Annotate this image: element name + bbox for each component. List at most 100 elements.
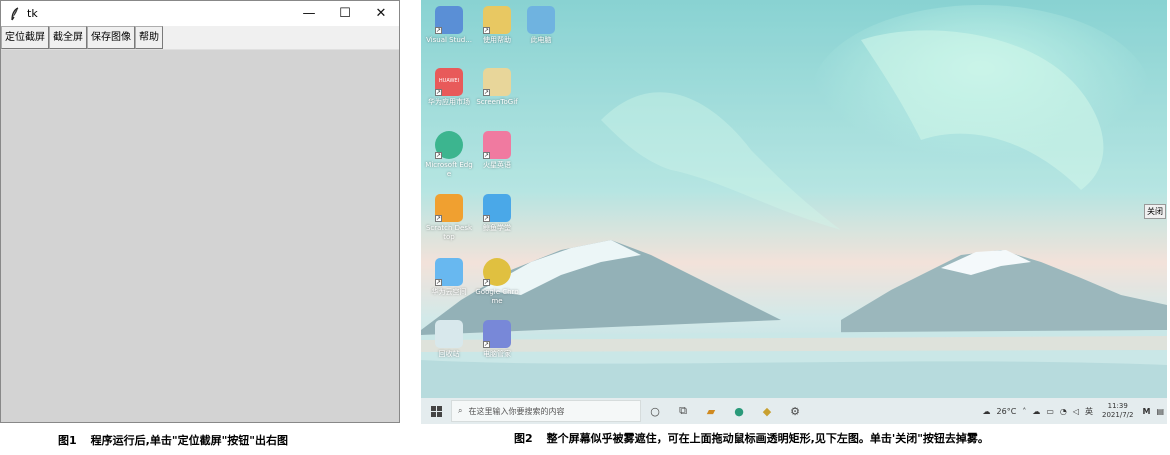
store-icon[interactable]: ▰	[697, 398, 725, 424]
desktop-icon-pc-manager[interactable]: ↗ 电脑管家	[473, 320, 521, 359]
edge-taskbar-icon[interactable]: ●	[725, 398, 753, 424]
clock-date: 2021/7/2	[1102, 411, 1134, 419]
edge-icon: ↗	[435, 131, 463, 159]
chrome-icon: ↗	[483, 258, 511, 286]
close-button[interactable]: ✕	[363, 1, 399, 26]
pc-manager-tray-icon[interactable]: M	[1142, 407, 1150, 416]
weather-temperature[interactable]: 26°C	[997, 407, 1017, 416]
desktop-icon-label: 火星英语	[483, 161, 511, 169]
figure1-caption-text: 程序运行后,单击"定位截屏"按钮"出右图	[90, 434, 289, 447]
save-image-button[interactable]: 保存图像	[87, 26, 135, 49]
desktop-icon-label: 电脑管家	[483, 350, 511, 358]
shortcut-arrow-icon: ↗	[483, 279, 490, 286]
desktop-icon-visual-studio[interactable]: ↗ Visual Stud...	[425, 6, 473, 45]
desktop-icon-label: 鲸鱼学堂	[483, 224, 511, 232]
desktop-icon-label: 华为应用市场	[428, 98, 470, 106]
huawei-appgallery-icon: HUAWEI ↗	[435, 68, 463, 96]
shortcut-arrow-icon: ↗	[435, 215, 442, 222]
desktop-icon-label: Scratch Desktop	[425, 224, 473, 241]
window-title: tk	[27, 7, 38, 20]
desktop-icon-label: Google Chrome	[475, 288, 519, 305]
desktop-icon-this-pc[interactable]: 此电脑	[517, 6, 565, 45]
pc-manager-icon: ↗	[483, 320, 511, 348]
desktop-icon-label: ScreenToGif	[476, 98, 518, 106]
tk-feather-icon	[5, 1, 25, 26]
shortcut-arrow-icon: ↗	[435, 27, 442, 34]
fog-overlay[interactable]	[421, 0, 1167, 398]
toolbar: 定位截屏 截全屏 保存图像 帮助	[1, 26, 399, 50]
taskbar: ⌕ 在这里输入你要搜索的内容 ○ ⧉ ▰ ● ◆ ⚙ ☁ 26°C ˄ ☁ ▭ …	[421, 398, 1167, 424]
battery-icon[interactable]: ▭	[1046, 407, 1054, 416]
minimize-button[interactable]: —	[291, 1, 327, 26]
shortcut-arrow-icon: ↗	[483, 27, 490, 34]
figure2-caption-number: 图2	[514, 432, 533, 445]
desktop-icon-label: 回收站	[438, 350, 460, 358]
help-button[interactable]: 帮助	[135, 26, 163, 49]
desktop-icon-huawei-cloud[interactable]: ↗ 华为云空间	[425, 258, 473, 297]
taskbar-clock[interactable]: 11:39 2021/7/2	[1102, 402, 1133, 420]
cortana-icon[interactable]: ○	[641, 398, 669, 424]
settings-gear-icon[interactable]: ⚙	[781, 398, 809, 424]
desktop-icon-scratch[interactable]: ↗ Scratch Desktop	[425, 194, 473, 242]
ime-indicator[interactable]: 英	[1085, 406, 1093, 417]
scratch-icon: ↗	[435, 194, 463, 222]
desktop-icon-whale-school[interactable]: ↗ 鲸鱼学堂	[473, 194, 521, 233]
desktop-icon-label: Microsoft Edge	[425, 161, 473, 178]
desktop-icon-huawei-appgallery[interactable]: HUAWEI ↗ 华为应用市场	[425, 68, 473, 107]
tk-window: tk — ☐ ✕ 定位截屏 截全屏 保存图像 帮助	[0, 0, 400, 423]
shortcut-arrow-icon: ↗	[483, 341, 490, 348]
figure1-caption: 图1 程序运行后,单击"定位截屏"按钮"出右图	[58, 432, 288, 448]
shortcut-arrow-icon: ↗	[435, 89, 442, 96]
desktop-icon-label: 华为云空间	[431, 288, 467, 296]
fullscreen-screenshot-button[interactable]: 截全屏	[49, 26, 87, 49]
pinned-app-icon[interactable]: ◆	[753, 398, 781, 424]
onedrive-icon[interactable]: ☁	[1032, 407, 1040, 416]
huawei-badge: HUAWEI	[438, 78, 460, 84]
fogged-desktop[interactable]: ↗ Visual Stud... ↗ 使用帮助 此电脑 HUAWEI ↗ 华为应用…	[421, 0, 1167, 424]
computer-icon	[527, 6, 555, 34]
desktop-icon-label: 此电脑	[530, 36, 552, 44]
image-canvas[interactable]	[1, 50, 399, 422]
desktop-icon-label: Visual Stud...	[426, 36, 472, 44]
locate-screenshot-button[interactable]: 定位截屏	[1, 26, 49, 49]
shortcut-arrow-icon: ↗	[435, 279, 442, 286]
desktop-icon-label: 使用帮助	[483, 36, 511, 44]
help-doc-icon: ↗	[483, 6, 511, 34]
desktop-icon-help[interactable]: ↗ 使用帮助	[473, 6, 521, 45]
shortcut-arrow-icon: ↗	[435, 152, 442, 159]
recycle-bin-icon	[435, 320, 463, 348]
visual-studio-icon: ↗	[435, 6, 463, 34]
desktop-icon-mars-english[interactable]: ↗ 火星英语	[473, 131, 521, 170]
tray-chevron-icon[interactable]: ˄	[1022, 407, 1026, 416]
whale-school-icon: ↗	[483, 194, 511, 222]
cloud-icon: ↗	[435, 258, 463, 286]
shortcut-arrow-icon: ↗	[483, 152, 490, 159]
figure2-caption: 图2 整个屏幕似乎被雾遮住，可在上面拖动鼠标画透明矩形,见下左图。单击'关闭"按钮…	[514, 430, 989, 446]
clock-time: 11:39	[1107, 402, 1128, 410]
search-icon: ⌕	[458, 406, 463, 415]
volume-icon[interactable]: ◁	[1073, 407, 1079, 416]
shortcut-arrow-icon: ↗	[483, 89, 490, 96]
maximize-button[interactable]: ☐	[327, 1, 363, 26]
windows-start-icon[interactable]	[421, 398, 451, 424]
network-icon[interactable]: ◔	[1060, 407, 1067, 416]
desktop-icon-recycle-bin[interactable]: 回收站	[425, 320, 473, 359]
weather-icon: ☁	[982, 406, 991, 416]
desktop-icon-edge[interactable]: ↗ Microsoft Edge	[425, 131, 473, 179]
mars-english-icon: ↗	[483, 131, 511, 159]
search-placeholder: 在这里输入你要搜索的内容	[468, 406, 565, 416]
screentogif-icon: ↗	[483, 68, 511, 96]
close-fog-button[interactable]: 关闭	[1144, 204, 1166, 219]
figure1-caption-number: 图1	[58, 434, 77, 447]
desktop-icon-chrome[interactable]: ↗ Google Chrome	[473, 258, 521, 306]
title-bar[interactable]: tk — ☐ ✕	[1, 1, 399, 26]
window-controls: — ☐ ✕	[291, 1, 399, 26]
notification-icon[interactable]: ▤	[1156, 407, 1164, 416]
taskbar-search-box[interactable]: ⌕ 在这里输入你要搜索的内容	[451, 400, 641, 422]
system-tray: ☁ 26°C ˄ ☁ ▭ ◔ ◁ 英 11:39 2021/7/2 M ▤	[980, 398, 1167, 424]
figure2-caption-text: 整个屏幕似乎被雾遮住，可在上面拖动鼠标画透明矩形,见下左图。单击'关闭"按钮去掉…	[546, 432, 989, 445]
shortcut-arrow-icon: ↗	[483, 215, 490, 222]
task-view-icon[interactable]: ⧉	[669, 398, 697, 424]
desktop-icon-screentogif[interactable]: ↗ ScreenToGif	[473, 68, 521, 107]
stage: tk — ☐ ✕ 定位截屏 截全屏 保存图像 帮助 图1 程序运行后,单击"定位截…	[0, 0, 1170, 455]
